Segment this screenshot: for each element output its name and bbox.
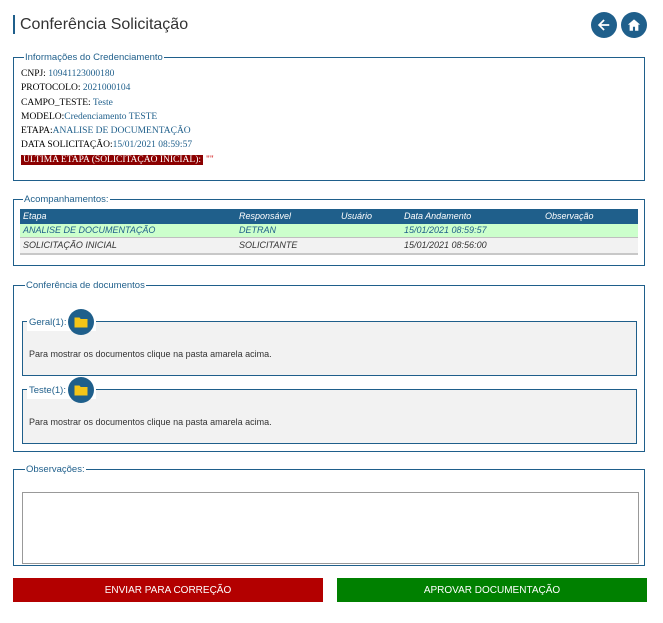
observacoes-legend: Observações: bbox=[26, 464, 85, 475]
acompanhamentos-legend: Acompanhamentos: bbox=[24, 194, 109, 205]
document-group-geral: Geral(1): Para mostrar os documentos cli… bbox=[22, 309, 637, 376]
column-header-data-andamento[interactable]: Data Andamento bbox=[404, 211, 545, 221]
cell-responsavel: SOLICITANTE bbox=[239, 240, 298, 251]
protocolo-row: PROTOCOLO: 2021000104 bbox=[21, 81, 636, 95]
credenciamento-panel: Informações do Credenciamento CNPJ: 1094… bbox=[13, 52, 645, 181]
campo-teste-label: CAMPO_TESTE: bbox=[21, 97, 91, 108]
ultima-etapa-row: ULTIMA ETAPA (SOLICITAÇÃO INICIAL): "" bbox=[21, 153, 636, 167]
table-header: Etapa Responsável Usuário Data Andamento… bbox=[20, 209, 638, 224]
approve-documentation-button[interactable]: APROVAR DOCUMENTAÇÃO bbox=[337, 578, 647, 602]
document-group-header: Geral(1): bbox=[27, 309, 97, 335]
table-row[interactable]: ANALISE DE DOCUMENTAÇÃO DETRAN 15/01/202… bbox=[20, 223, 638, 238]
etapa-label: ETAPA: bbox=[21, 126, 53, 137]
column-header-usuario[interactable]: Usuário bbox=[341, 211, 404, 221]
modelo-value: Credenciamento TESTE bbox=[64, 111, 158, 122]
column-header-etapa[interactable]: Etapa bbox=[20, 211, 239, 221]
home-button[interactable] bbox=[621, 12, 647, 38]
ultima-etapa-label: ULTIMA ETAPA (SOLICITAÇÃO INICIAL): bbox=[21, 154, 204, 165]
modelo-label: MODELO: bbox=[21, 111, 65, 122]
ultima-etapa-value: "" bbox=[206, 154, 214, 165]
cell-data-andamento: 15/01/2021 08:56:00 bbox=[404, 240, 487, 251]
document-group-teste: Teste(1): Para mostrar os documentos cli… bbox=[22, 377, 637, 444]
folder-icon bbox=[74, 317, 88, 328]
document-group-message: Para mostrar os documentos clique na pas… bbox=[29, 417, 272, 427]
conferencia-legend: Conferência de documentos bbox=[26, 280, 145, 291]
conferencia-documentos-panel: Conferência de documentos Geral(1): Para… bbox=[13, 280, 645, 452]
acompanhamentos-panel: Acompanhamentos: Etapa Responsável Usuár… bbox=[13, 194, 645, 266]
table-row[interactable]: SOLICITAÇÃO INICIAL SOLICITANTE 15/01/20… bbox=[20, 238, 638, 253]
send-for-correction-button[interactable]: ENVIAR PARA CORREÇÃO bbox=[13, 578, 323, 602]
protocolo-label: PROTOCOLO: bbox=[21, 83, 81, 94]
document-group-header: Teste(1): bbox=[27, 377, 96, 403]
protocolo-value: 2021000104 bbox=[82, 83, 131, 94]
campo-teste-row: CAMPO_TESTE: Teste bbox=[21, 96, 636, 110]
folder-button[interactable] bbox=[68, 309, 95, 335]
arrow-left-icon bbox=[597, 19, 610, 31]
column-header-responsavel[interactable]: Responsável bbox=[239, 211, 341, 221]
cell-responsavel: DETRAN bbox=[239, 225, 277, 236]
data-solicitacao-label: DATA SOLICITAÇÃO: bbox=[21, 140, 113, 151]
back-button[interactable] bbox=[591, 12, 617, 38]
data-solicitacao-value: 15/01/2021 08:59:57 bbox=[112, 140, 193, 151]
modelo-row: MODELO:Credenciamento TESTE bbox=[21, 110, 636, 124]
etapa-value: ANALISE DE DOCUMENTAÇÃO bbox=[52, 126, 191, 137]
folder-button[interactable] bbox=[67, 377, 94, 403]
etapa-row: ETAPA:ANALISE DE DOCUMENTAÇÃO bbox=[21, 124, 636, 138]
campo-teste-value: Teste bbox=[92, 97, 113, 108]
cell-data-andamento: 15/01/2021 08:59:57 bbox=[404, 225, 487, 236]
cnpj-row: CNPJ: 10941123000180 bbox=[21, 67, 636, 81]
cell-etapa: ANALISE DE DOCUMENTAÇÃO bbox=[23, 225, 156, 236]
cell-etapa: SOLICITAÇÃO INICIAL bbox=[23, 240, 117, 251]
credenciamento-legend: Informações do Credenciamento bbox=[25, 52, 163, 63]
acompanhamentos-table: Etapa Responsável Usuário Data Andamento… bbox=[20, 209, 638, 255]
column-header-observacao[interactable]: Observação bbox=[545, 211, 635, 221]
document-group-message: Para mostrar os documentos clique na pas… bbox=[29, 349, 272, 359]
document-group-label: Geral(1): bbox=[29, 316, 67, 328]
page-title: Conferência Solicitação bbox=[13, 15, 188, 34]
observacoes-textarea[interactable] bbox=[22, 492, 639, 564]
observacoes-panel: Observações: bbox=[13, 464, 645, 566]
data-solicitacao-row: DATA SOLICITAÇÃO:15/01/2021 08:59:57 bbox=[21, 138, 636, 152]
cnpj-value: 10941123000180 bbox=[48, 69, 115, 79]
cnpj-label: CNPJ: bbox=[21, 69, 46, 79]
home-icon bbox=[627, 19, 641, 31]
page-header: Conferência Solicitação bbox=[13, 12, 650, 40]
folder-icon bbox=[74, 385, 88, 396]
document-group-label: Teste(1): bbox=[29, 384, 66, 396]
